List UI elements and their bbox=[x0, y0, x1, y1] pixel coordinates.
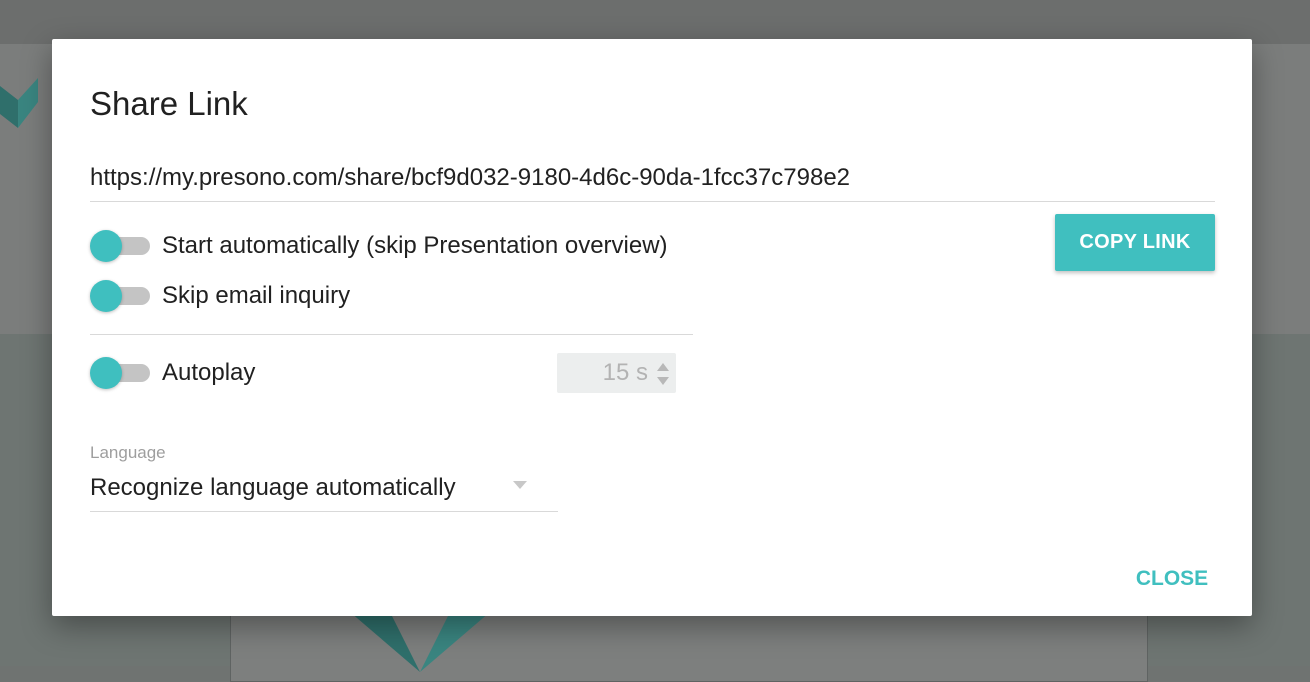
copy-link-button[interactable]: COPY LINK bbox=[1055, 214, 1215, 271]
language-selected-value: Recognize language automatically bbox=[90, 474, 456, 501]
caret-down-icon bbox=[513, 481, 527, 489]
language-label: Language bbox=[90, 443, 166, 462]
card-logo-icon bbox=[350, 612, 490, 672]
autoplay-label: Autoplay bbox=[162, 359, 256, 386]
skip-email-label: Skip email inquiry bbox=[162, 282, 351, 309]
dialog-title: Share Link bbox=[90, 85, 248, 122]
toggle-knob bbox=[90, 280, 122, 312]
start-automatically-toggle[interactable] bbox=[90, 226, 150, 266]
start-automatically-label: Start automatically (skip Presentation o… bbox=[162, 232, 668, 259]
toggle-knob bbox=[90, 230, 122, 262]
background-topbar bbox=[0, 0, 1310, 44]
options-divider bbox=[90, 334, 693, 335]
toggle-knob bbox=[90, 357, 122, 389]
brand-logo-icon bbox=[0, 78, 38, 128]
autoplay-toggle[interactable] bbox=[90, 353, 150, 393]
autoplay-interval-stepper[interactable]: 15 s bbox=[557, 353, 676, 393]
autoplay-interval-value: 15 s bbox=[602, 359, 648, 386]
up-down-arrows-icon[interactable] bbox=[656, 361, 670, 387]
close-button[interactable]: CLOSE bbox=[1124, 559, 1220, 599]
language-select[interactable]: Recognize language automatically bbox=[90, 469, 558, 512]
skip-email-toggle[interactable] bbox=[90, 276, 150, 316]
share-link-dialog: Share Link https://my.presono.com/share/… bbox=[52, 39, 1252, 616]
share-url-field[interactable]: https://my.presono.com/share/bcf9d032-91… bbox=[90, 159, 1215, 202]
